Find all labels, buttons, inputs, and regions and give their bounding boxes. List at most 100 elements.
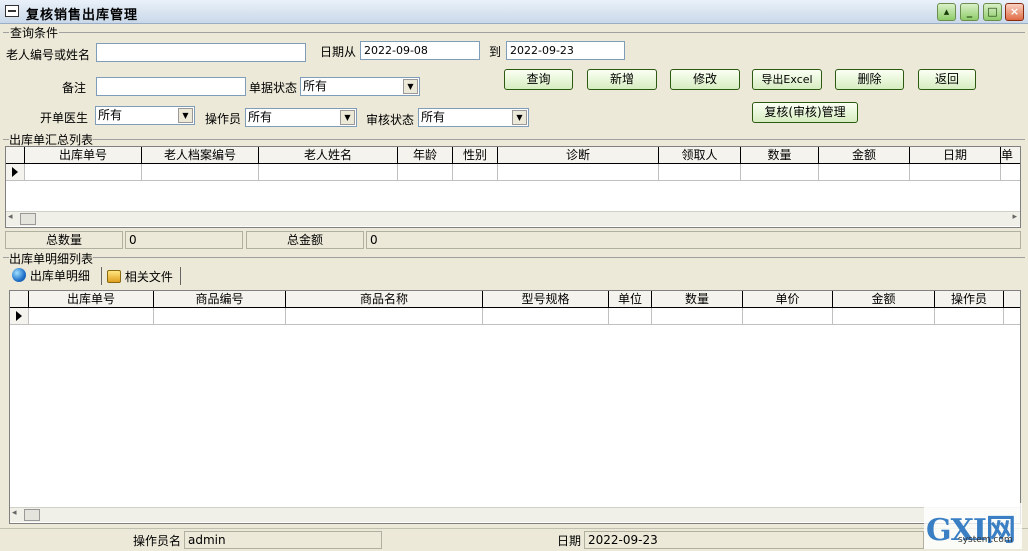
audit-label: 审核状态 [366, 113, 415, 127]
date-to-label: 到 [489, 45, 502, 59]
date-from-field[interactable]: 2022-09-08 [360, 41, 480, 60]
add-button[interactable]: 新增 [587, 69, 657, 90]
column-header[interactable]: 商品名称 [286, 291, 483, 307]
minimize-button[interactable]: _ [960, 3, 979, 21]
operator-label: 操作员 [205, 112, 242, 126]
back-button[interactable]: 返回 [918, 69, 976, 90]
export-excel-button[interactable]: 导出Excel [752, 69, 822, 90]
status-operator-value: admin [184, 531, 382, 549]
query-group-line [3, 32, 1025, 33]
dropdown-arrow-icon[interactable]: ▼ [178, 108, 193, 123]
delete-button[interactable]: 删除 [835, 69, 904, 90]
status-date-label: 日期 [557, 534, 582, 548]
column-header[interactable]: 诊断 [498, 147, 659, 163]
restore-small-icon[interactable]: ▴ [937, 3, 956, 21]
current-row-icon [6, 164, 25, 180]
scroll-thumb[interactable] [20, 213, 36, 225]
summary-table[interactable]: 出库单号 老人档案编号 老人姓名 年龄 性别 诊断 领取人 数量 金额 日期 单… [5, 146, 1021, 228]
doc-status-value: 所有 [303, 79, 328, 93]
detail-group-line [3, 257, 1025, 258]
doctor-value: 所有 [98, 108, 123, 122]
column-header[interactable]: 操作员 [935, 291, 1004, 307]
detail-table[interactable]: 出库单号 商品编号 商品名称 型号规格 单位 数量 单价 金额 操作员 ◂ [9, 290, 1021, 524]
elder-input[interactable] [96, 43, 306, 62]
folder-check-icon [107, 270, 121, 283]
remark-input[interactable] [96, 77, 246, 96]
tab-related-files-label: 相关文件 [124, 270, 173, 284]
dropdown-arrow-icon[interactable]: ▼ [512, 110, 527, 125]
tab-detail-label: 出库单明细 [29, 269, 90, 283]
doc-status-label: 单据状态 [249, 81, 298, 95]
column-header[interactable]: 性别 [453, 147, 498, 163]
elder-label: 老人编号或姓名 [6, 48, 91, 62]
column-header[interactable]: 领取人 [659, 147, 741, 163]
column-header[interactable]: 金额 [833, 291, 935, 307]
summary-group-line [3, 139, 1025, 140]
tab-detail[interactable]: 出库单明细 [12, 267, 90, 284]
total-amount-value: 0 [366, 231, 1021, 249]
detail-hscrollbar[interactable]: ◂ [10, 507, 1020, 522]
dropdown-arrow-icon[interactable]: ▼ [340, 110, 355, 125]
total-qty-value: 0 [125, 231, 243, 249]
column-header[interactable]: 出库单号 [29, 291, 154, 307]
operator-select[interactable]: 所有 ▼ [245, 108, 357, 127]
edit-button[interactable]: 修改 [670, 69, 740, 90]
row-indicator-header [10, 291, 29, 307]
detail-table-header: 出库单号 商品编号 商品名称 型号规格 单位 数量 单价 金额 操作员 [10, 291, 1020, 308]
column-header[interactable]: 老人姓名 [259, 147, 398, 163]
scroll-thumb[interactable] [24, 509, 40, 521]
column-header[interactable]: 日期 [910, 147, 1001, 163]
scroll-left-icon[interactable]: ◂ [12, 508, 17, 518]
table-row[interactable] [10, 308, 1020, 325]
summary-table-header: 出库单号 老人档案编号 老人姓名 年龄 性别 诊断 领取人 数量 金额 日期 单 [6, 147, 1020, 164]
column-header[interactable]: 数量 [652, 291, 743, 307]
remark-label: 备注 [62, 81, 87, 95]
query-group-label: 查询条件 [9, 24, 60, 41]
total-amount-label: 总金额 [246, 231, 364, 249]
doc-status-select[interactable]: 所有 ▼ [300, 77, 420, 96]
status-bar: 操作员名 admin 日期 2022-09-23 [0, 528, 1028, 551]
status-date-value: 2022-09-23 [584, 531, 924, 549]
column-header[interactable]: 年龄 [398, 147, 453, 163]
summary-hscrollbar[interactable]: ◂ ▸ [6, 211, 1020, 226]
row-indicator-header [6, 147, 25, 163]
column-header-empty [1004, 291, 1020, 307]
search-button[interactable]: 查询 [504, 69, 573, 90]
globe-icon [12, 268, 26, 282]
column-header[interactable]: 单位 [609, 291, 652, 307]
column-header[interactable]: 单价 [743, 291, 833, 307]
scroll-right-icon[interactable]: ▸ [1012, 212, 1017, 222]
title-bar: 复核销售出库管理 ▴ _ □ × [0, 0, 1028, 24]
watermark-logo: GXI网 system.com [924, 503, 1022, 549]
close-button[interactable]: × [1005, 3, 1024, 21]
current-row-icon [10, 308, 29, 324]
date-to-field[interactable]: 2022-09-23 [506, 41, 625, 60]
doctor-label: 开单医生 [40, 111, 89, 125]
column-header[interactable]: 商品编号 [154, 291, 286, 307]
maximize-button[interactable]: □ [983, 3, 1002, 21]
column-header[interactable]: 金额 [819, 147, 910, 163]
app-icon[interactable] [5, 5, 19, 17]
audit-select[interactable]: 所有 ▼ [418, 108, 529, 127]
status-operator-label: 操作员名 [133, 534, 182, 548]
date-from-label: 日期从 [320, 45, 357, 59]
doctor-select[interactable]: 所有 ▼ [95, 106, 195, 125]
audit-manage-button[interactable]: 复核(审核)管理 [752, 102, 858, 123]
detail-group-label: 出库单明细列表 [9, 250, 94, 267]
tab-divider [101, 267, 102, 285]
column-header[interactable]: 数量 [741, 147, 819, 163]
column-header[interactable]: 出库单号 [25, 147, 142, 163]
column-header[interactable]: 老人档案编号 [142, 147, 259, 163]
watermark-site: system.com [958, 535, 1013, 545]
total-qty-label: 总数量 [5, 231, 123, 249]
tab-divider [180, 267, 181, 285]
scroll-left-icon[interactable]: ◂ [8, 212, 13, 222]
audit-value: 所有 [421, 110, 446, 124]
column-header[interactable]: 型号规格 [483, 291, 609, 307]
window-title: 复核销售出库管理 [26, 8, 139, 23]
column-header[interactable]: 单 [1001, 147, 1020, 163]
table-row[interactable] [6, 164, 1020, 181]
tab-related-files[interactable]: 相关文件 [107, 268, 173, 285]
dropdown-arrow-icon[interactable]: ▼ [403, 79, 418, 94]
operator-value: 所有 [248, 110, 273, 124]
